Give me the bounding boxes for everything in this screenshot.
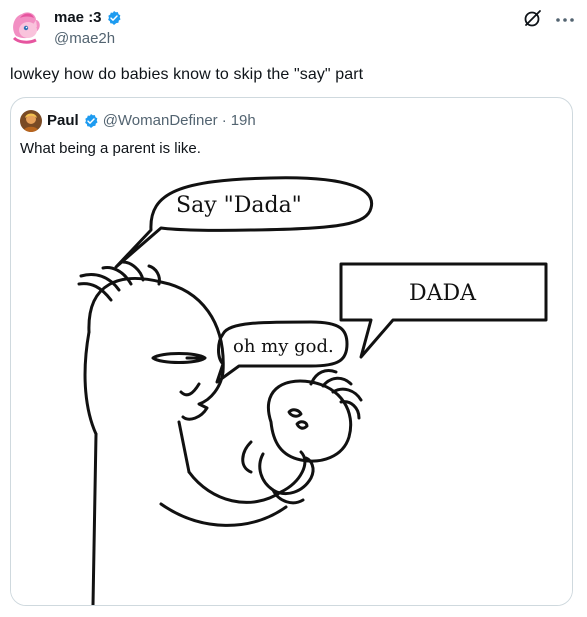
quoted-display-name[interactable]: Paul [47,112,79,129]
tweet: mae :3 @mae2h lowkey how do babies know … [0,0,587,617]
quoted-tweet-text: What being a parent is like. [20,140,201,157]
quoted-tweet[interactable]: Paul @WomanDefiner · 19h What being a pa… [10,97,573,606]
baby-speech-text: DADA [409,281,477,306]
grok-icon[interactable] [523,8,543,28]
quoted-timestamp[interactable]: 19h [231,112,256,129]
quoted-author-row: Paul @WomanDefiner · 19h [47,112,256,129]
verified-badge-icon[interactable] [106,10,122,26]
more-options-icon[interactable] [554,12,576,22]
reaction-speech-text: oh my god. [233,336,334,357]
meta-separator: · [221,112,227,129]
quoted-handle[interactable]: @WomanDefiner [103,112,218,129]
comic-image[interactable]: Say "Dada" DADA oh my god. [11,172,572,605]
quoted-author-avatar[interactable] [20,110,42,132]
verified-badge-icon[interactable] [83,113,99,129]
author-display-name[interactable]: mae :3 [54,9,102,26]
parent-speech-text: Say "Dada" [176,193,302,218]
tweet-text: lowkey how do babies know to skip the "s… [10,66,364,83]
author-avatar[interactable] [6,6,46,46]
author-name-row[interactable]: mae :3 [54,9,122,26]
author-handle[interactable]: @mae2h [54,30,115,47]
